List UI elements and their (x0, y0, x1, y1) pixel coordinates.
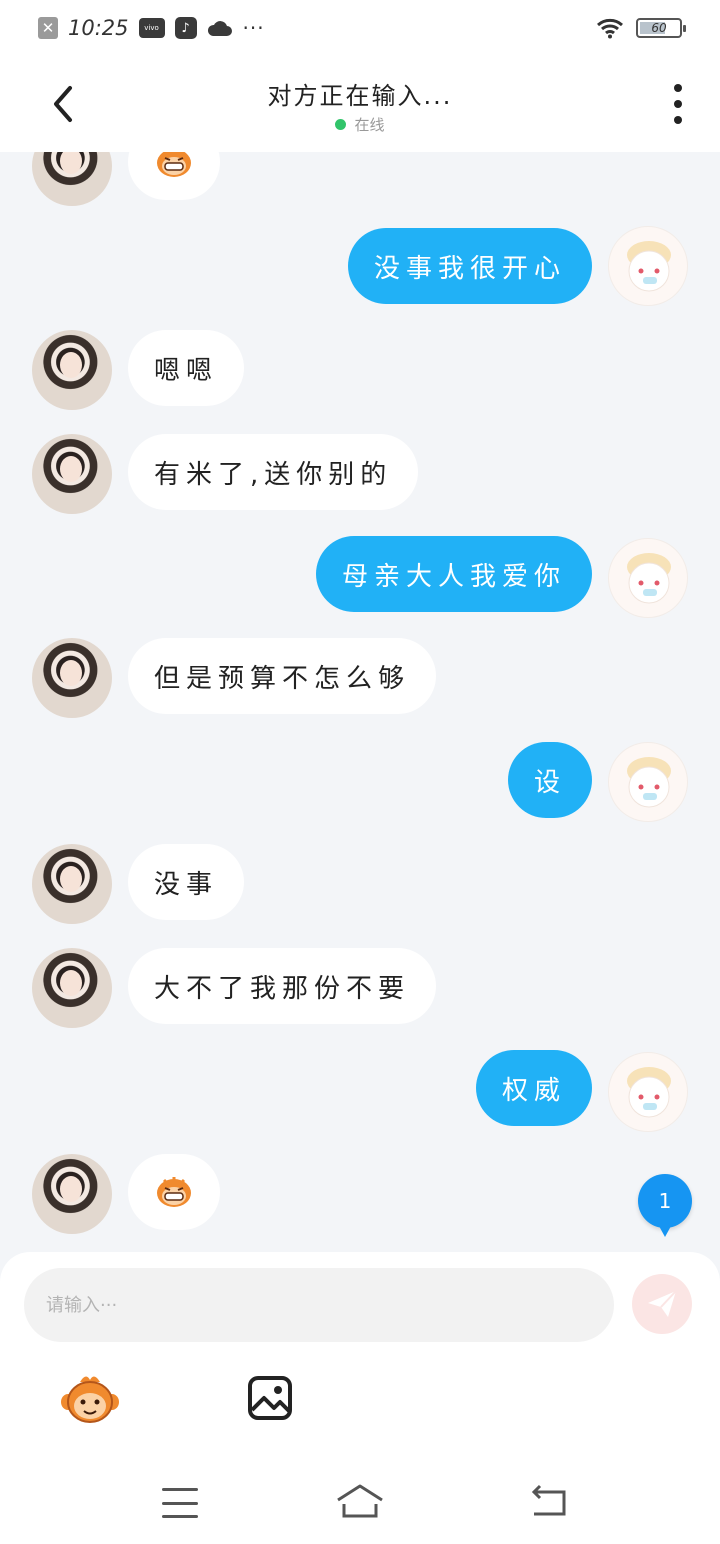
message-bubble[interactable]: 设 (507, 742, 592, 818)
message-text: 母亲大人我爱你 (341, 561, 566, 592)
message-text: 设 (533, 767, 566, 798)
battery-icon: 60 (636, 18, 686, 38)
vivo-icon: vivo (138, 18, 165, 38)
menu-line-icon (162, 1501, 198, 1505)
message-bubble[interactable]: 嗯嗯 (128, 330, 245, 406)
online-dot-icon (335, 119, 347, 130)
cartoon-avatar-icon (627, 1067, 671, 1118)
contact-avatar[interactable] (32, 434, 112, 514)
contact-avatar[interactable] (32, 948, 112, 1028)
back-nav-button[interactable] (530, 1484, 568, 1518)
message-bubble[interactable]: 没事 (128, 844, 245, 920)
status-bar: ✕ 10:25 vivo ♪ ··· 60 (0, 0, 720, 56)
contact-avatar[interactable] (32, 1154, 112, 1234)
monkey-grin-emoji (157, 1177, 191, 1207)
message-list[interactable]: 没事我很开心 嗯嗯 有米了,送你别的 母亲大人我爱你 但是预算不怎么够 设 没事… (0, 152, 720, 1252)
my-avatar[interactable] (608, 1052, 688, 1132)
more-options-button[interactable] (672, 84, 684, 124)
status-more-dots: ··· (242, 16, 265, 40)
contact-avatar[interactable] (32, 152, 112, 206)
message-bubble[interactable]: 有米了,送你别的 (128, 434, 419, 510)
recent-apps-button[interactable] (162, 1488, 198, 1518)
message-bubble[interactable] (128, 1154, 220, 1230)
my-avatar[interactable] (608, 538, 688, 618)
battery-level: 60 (651, 21, 667, 35)
contact-avatar[interactable] (32, 330, 112, 410)
online-status: 在线 (0, 114, 720, 135)
message-bubble[interactable]: 没事我很开心 (347, 228, 592, 304)
menu-line-icon (162, 1488, 198, 1491)
my-avatar[interactable] (608, 226, 688, 306)
online-status-label: 在线 (354, 116, 385, 134)
image-icon[interactable] (246, 1374, 294, 1422)
message-bubble[interactable]: 母亲大人我爱你 (315, 536, 592, 612)
message-text: 没事 (154, 869, 219, 900)
message-bubble[interactable]: 大不了我那份不要 (128, 948, 437, 1024)
unread-count-badge[interactable]: 1 (638, 1174, 692, 1237)
message-bubble[interactable] (128, 152, 220, 200)
message-text: 但是预算不怎么够 (154, 663, 411, 694)
message-text: 嗯嗯 (154, 355, 219, 386)
cloud-icon (207, 21, 232, 36)
my-avatar[interactable] (608, 742, 688, 822)
tiktok-icon: ♪ (174, 17, 197, 39)
home-button[interactable] (336, 1482, 384, 1522)
message-bubble[interactable]: 但是预算不怎么够 (128, 638, 437, 714)
menu-line-icon (162, 1515, 198, 1518)
system-nav-bar (0, 1472, 720, 1544)
message-text: 权威 (501, 1075, 566, 1106)
unread-count: 1 (658, 1189, 672, 1213)
more-dot-icon (674, 100, 682, 108)
more-dot-icon (674, 116, 682, 124)
chat-title: 对方正在输入... (267, 82, 453, 110)
status-time: 10:25 (68, 16, 129, 40)
paper-plane-icon (648, 1290, 677, 1317)
contact-avatar[interactable] (32, 638, 112, 718)
monkey-grin-emoji (157, 152, 191, 177)
monkey-emoji-icon[interactable] (60, 1372, 120, 1428)
message-text: 有米了,送你别的 (154, 459, 393, 490)
cartoon-avatar-icon (627, 241, 671, 292)
message-text: 大不了我那份不要 (154, 973, 411, 1004)
close-box-icon: ✕ (38, 17, 58, 39)
send-button[interactable] (632, 1274, 692, 1334)
chat-header: 对方正在输入... 在线 (0, 56, 720, 152)
message-bubble[interactable]: 权威 (475, 1050, 592, 1126)
input-panel (0, 1252, 720, 1472)
more-dot-icon (674, 84, 682, 92)
cartoon-avatar-icon (627, 553, 671, 604)
message-text: 没事我很开心 (373, 253, 566, 284)
wifi-icon (597, 18, 623, 39)
contact-avatar[interactable] (32, 844, 112, 924)
message-input[interactable] (24, 1268, 614, 1342)
cartoon-avatar-icon (627, 757, 671, 808)
